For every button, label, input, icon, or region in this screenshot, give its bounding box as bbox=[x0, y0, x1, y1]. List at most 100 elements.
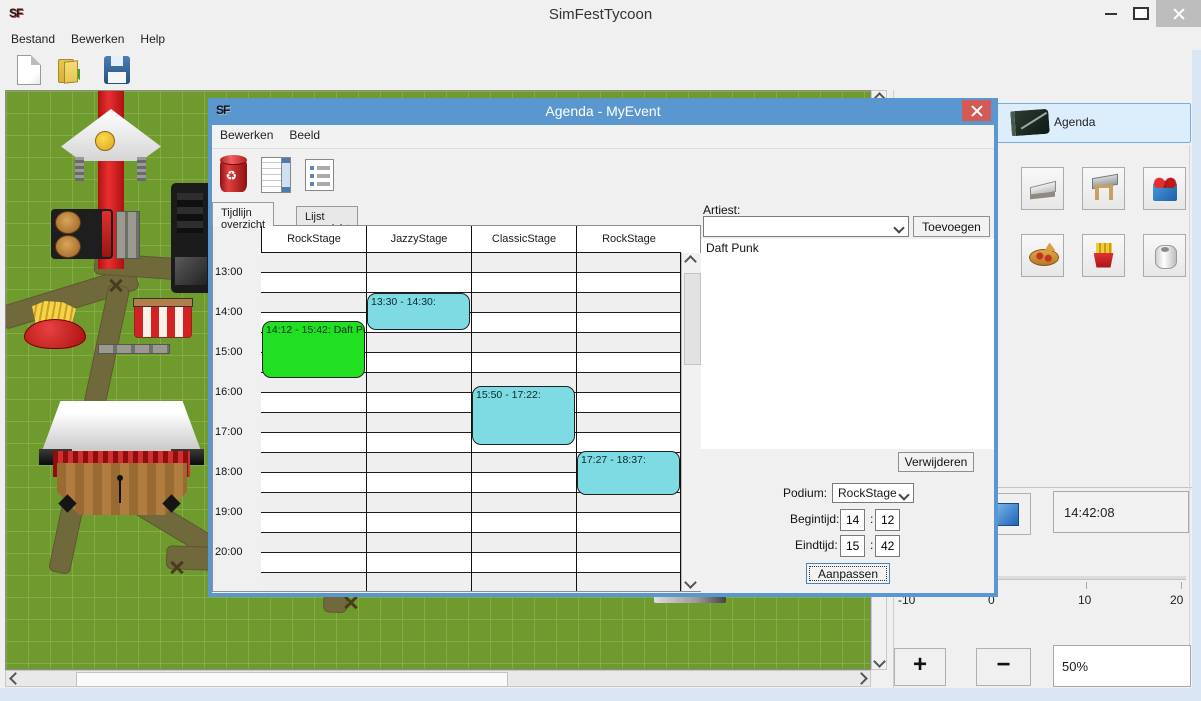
tent-leg bbox=[137, 157, 146, 181]
new-file-button[interactable] bbox=[12, 53, 46, 87]
slider-tick bbox=[1181, 582, 1182, 589]
bench bbox=[98, 344, 170, 354]
slider-tick bbox=[1086, 582, 1087, 589]
table-view-icon bbox=[261, 157, 291, 193]
schedule-event[interactable]: 13:30 - 14:30: bbox=[367, 293, 470, 330]
stage-structure-button[interactable] bbox=[1082, 167, 1125, 210]
main-toolbar bbox=[0, 50, 1201, 90]
main-titlebar: SF SimFestTycoon bbox=[0, 0, 1201, 31]
chevron-down-icon bbox=[684, 576, 697, 589]
artist-list-item[interactable]: Daft Punk bbox=[701, 239, 994, 257]
agenda-button-label: Agenda bbox=[1054, 115, 1095, 129]
schedule-grid[interactable]: 14:12 - 15:42: Daft Punk13:30 - 14:30: 15… bbox=[261, 253, 681, 591]
window-controls bbox=[1096, 0, 1201, 27]
stage-column-header: RockStage bbox=[261, 226, 366, 253]
play-icon bbox=[996, 503, 1019, 526]
time-label: 19:00 bbox=[215, 506, 243, 518]
schedule-event[interactable]: 14:12 - 15:42: Daft Punk bbox=[262, 321, 365, 378]
podium-combo[interactable]: RockStage bbox=[832, 483, 914, 503]
menu-item[interactable]: Help bbox=[132, 30, 173, 48]
remove-button[interactable]: Verwijderen bbox=[898, 452, 974, 472]
time-label: 17:00 bbox=[215, 426, 243, 438]
list-view-button[interactable] bbox=[302, 158, 336, 192]
scrollbar-thumb[interactable] bbox=[76, 672, 508, 687]
close-icon bbox=[971, 105, 983, 117]
begin-minute-input[interactable] bbox=[875, 509, 900, 531]
dialog-menu-item[interactable]: Bewerken bbox=[212, 126, 281, 144]
podium-label: Podium: bbox=[783, 486, 827, 500]
zoom-out-button[interactable]: − bbox=[976, 648, 1031, 686]
zoom-in-button[interactable]: + bbox=[894, 648, 946, 686]
chevron-left-icon bbox=[9, 672, 22, 685]
chevron-down-icon bbox=[898, 489, 909, 500]
chevron-right-icon bbox=[855, 672, 868, 685]
zoom-level-field[interactable]: 50% bbox=[1053, 645, 1191, 687]
scroll-right-button[interactable] bbox=[854, 671, 868, 686]
new-file-icon bbox=[17, 55, 41, 85]
begin-time-label: Begintijd: bbox=[790, 512, 839, 526]
entrance-tent[interactable] bbox=[61, 109, 161, 181]
scrollbar-thumb[interactable] bbox=[684, 273, 701, 365]
main-menubar: BestandBewerkenHelp bbox=[0, 30, 1201, 50]
schedule-table: 13:0014:0015:0016:0017:0018:0019:0020:00… bbox=[212, 225, 701, 592]
save-icon bbox=[104, 56, 130, 84]
path-junction bbox=[108, 277, 124, 293]
end-minute-input[interactable] bbox=[875, 535, 900, 557]
scroll-up-button[interactable] bbox=[683, 254, 697, 269]
slider-tick-label: 10 bbox=[1078, 593, 1091, 607]
floor-tile-button[interactable] bbox=[1021, 167, 1064, 210]
game-clock: 14:42:08 bbox=[1053, 491, 1189, 533]
burger bbox=[55, 235, 81, 258]
dialog-close-button[interactable] bbox=[962, 100, 991, 121]
menu-item[interactable]: Bewerken bbox=[63, 30, 132, 48]
dialog-titlebar[interactable]: SF Agenda - MyEvent bbox=[212, 100, 994, 125]
chevron-down-icon bbox=[873, 655, 886, 668]
map-horizontal-scrollbar[interactable] bbox=[5, 670, 871, 687]
pizza-button[interactable] bbox=[1021, 234, 1064, 277]
menu-item[interactable]: Bestand bbox=[3, 30, 63, 48]
artist-list[interactable]: Daft Punk bbox=[701, 239, 994, 449]
end-hour-input[interactable] bbox=[840, 535, 865, 557]
add-artist-button[interactable]: Toevoegen bbox=[913, 216, 990, 237]
close-button[interactable] bbox=[1156, 0, 1201, 27]
fries-button[interactable] bbox=[1082, 234, 1125, 277]
tab-timeline-overview[interactable]: Tijdlijn overzicht bbox=[212, 202, 274, 226]
minimize-icon bbox=[1105, 13, 1117, 15]
delete-event-button[interactable] bbox=[216, 158, 250, 192]
schedule-event[interactable]: 17:27 - 18:37: bbox=[577, 451, 680, 495]
main-stage[interactable] bbox=[39, 401, 204, 516]
time-label: 14:00 bbox=[215, 306, 243, 318]
schedule-scrollbar[interactable] bbox=[681, 253, 701, 591]
apply-button[interactable]: Aanpassen bbox=[806, 563, 890, 584]
artist-label: Artiest: bbox=[703, 203, 740, 217]
toilet-paper-button[interactable] bbox=[1143, 234, 1186, 277]
time-separator: : bbox=[870, 512, 873, 526]
maximize-button[interactable] bbox=[1126, 0, 1156, 27]
fries-stand[interactable] bbox=[24, 301, 84, 349]
speaker-stack[interactable] bbox=[171, 183, 213, 293]
maximize-icon bbox=[1133, 7, 1149, 20]
time-separator: : bbox=[870, 538, 873, 552]
timeline-view-button[interactable] bbox=[259, 158, 293, 192]
gift-button[interactable] bbox=[1143, 167, 1186, 210]
scroll-left-button[interactable] bbox=[8, 671, 22, 686]
dialog-menu-item[interactable]: Beeld bbox=[281, 126, 328, 144]
stage-column-header: RockStage bbox=[576, 226, 681, 253]
burger-stand[interactable] bbox=[51, 209, 113, 259]
tab-list-overview[interactable]: Lijst overzicht bbox=[296, 206, 358, 226]
open-file-button[interactable] bbox=[56, 53, 90, 87]
schedule-event[interactable]: 15:50 - 17:22: bbox=[472, 386, 575, 444]
list-view-icon bbox=[305, 159, 334, 191]
window-border-right bbox=[1192, 50, 1201, 688]
column-line bbox=[576, 253, 577, 591]
artist-combo[interactable] bbox=[703, 216, 909, 237]
striped-stand[interactable] bbox=[134, 302, 192, 338]
agenda-book-icon bbox=[1010, 109, 1050, 137]
scroll-down-button[interactable] bbox=[872, 654, 886, 669]
time-gutter: 13:0014:0015:0016:0017:0018:0019:0020:00 bbox=[213, 226, 261, 591]
scroll-down-button[interactable] bbox=[683, 575, 697, 590]
save-button[interactable] bbox=[100, 53, 134, 87]
time-label: 20:00 bbox=[215, 546, 243, 558]
begin-hour-input[interactable] bbox=[840, 509, 865, 531]
minimize-button[interactable] bbox=[1096, 0, 1126, 27]
